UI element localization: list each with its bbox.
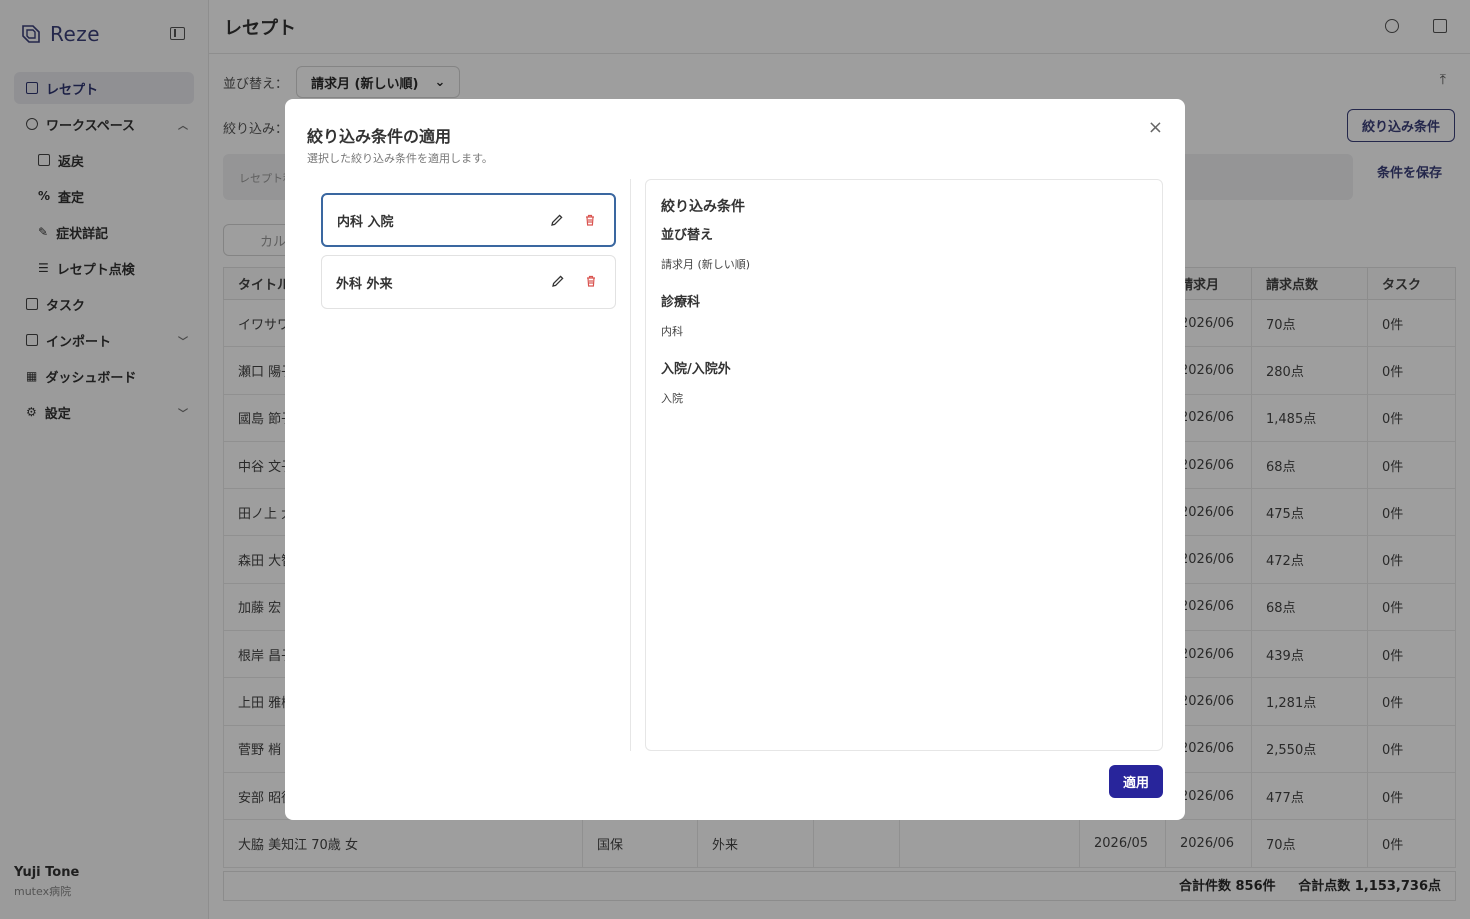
apply-filter-modal: 絞り込み条件の適用 選択した絞り込み条件を適用します。 × 内科 入院 外科 外… — [285, 99, 1185, 820]
modal-divider — [630, 179, 631, 751]
close-icon[interactable]: × — [1148, 117, 1163, 138]
modal-description: 選択した絞り込み条件を適用します。 — [307, 152, 493, 165]
trash-icon[interactable] — [583, 213, 597, 227]
preset-label: 外科 外来 — [336, 276, 393, 292]
apply-button[interactable]: 適用 — [1109, 765, 1163, 798]
detail-heading: 絞り込み条件 — [661, 199, 745, 215]
detail-dept-value: 内科 — [661, 325, 683, 338]
pencil-icon[interactable] — [551, 274, 565, 288]
detail-sort-value: 請求月 (新しい順) — [661, 258, 751, 271]
preset-label: 内科 入院 — [337, 214, 394, 230]
detail-inout-heading: 入院/入院外 — [661, 362, 731, 377]
condition-detail: 絞り込み条件 並び替え 請求月 (新しい順) 診療科 内科 入院/入院外 入院 — [645, 179, 1163, 751]
detail-dept-heading: 診療科 — [661, 295, 701, 310]
preset-list: 内科 入院 外科 外来 — [321, 193, 616, 317]
detail-inout-value: 入院 — [661, 392, 683, 405]
modal-title: 絞り込み条件の適用 — [307, 127, 452, 146]
preset-item-surgery-outpatient[interactable]: 外科 外来 — [321, 255, 616, 309]
preset-item-internal-inpatient[interactable]: 内科 入院 — [321, 193, 616, 247]
detail-sort-heading: 並び替え — [661, 228, 714, 243]
trash-icon[interactable] — [584, 274, 598, 288]
pencil-icon[interactable] — [550, 213, 564, 227]
